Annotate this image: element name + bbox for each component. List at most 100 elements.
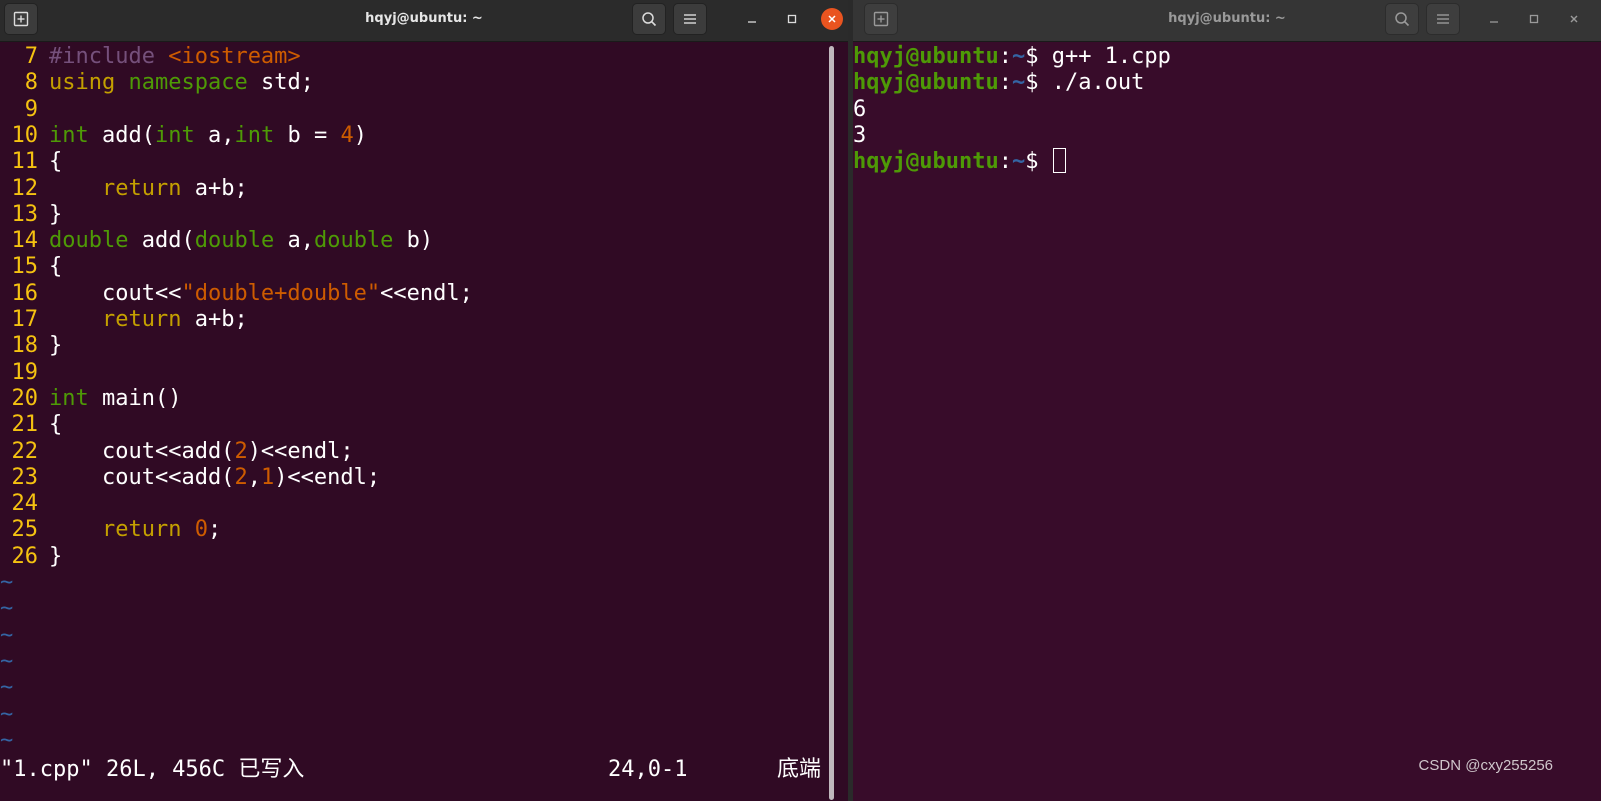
code-token: cout<<add(	[49, 438, 235, 464]
code-line[interactable]: 20 int main()	[0, 385, 182, 412]
code-token: }	[49, 201, 63, 227]
code-line[interactable]: 12 return a+b;	[0, 175, 248, 202]
code-token: b)	[393, 228, 434, 254]
code-token: {	[49, 254, 63, 280]
minimize-button[interactable]	[1483, 8, 1505, 30]
prompt-line: hqyj@ubuntu:~$ ./a.out	[853, 69, 1144, 96]
minimize-icon	[748, 21, 756, 23]
new-tab-icon	[13, 11, 29, 27]
menu-button[interactable]	[673, 3, 707, 35]
line-number: 23	[11, 464, 39, 490]
editor-scrollbar-thumb[interactable]	[829, 46, 834, 800]
code-token: {	[49, 412, 63, 438]
line-number: 22	[11, 438, 39, 464]
code-line[interactable]: 22 cout<<add(2)<<endl;	[0, 438, 354, 465]
empty-line-tilde: ~	[0, 622, 14, 648]
code-line[interactable]: 13}	[0, 201, 63, 228]
empty-line-tilde: ~	[0, 570, 14, 595]
editor-titlebar[interactable]: hqyj@ubuntu: ~	[0, 0, 848, 42]
code-line[interactable]: 15 {	[0, 253, 63, 280]
terminal-output[interactable]: hqyj@ubuntu:~$ g++ 1.cpp hqyj@ubuntu:~$ .…	[853, 42, 1601, 801]
prompt-line: hqyj@ubuntu:~$	[853, 148, 1066, 175]
close-button[interactable]	[1563, 8, 1585, 30]
line-number: 24	[11, 491, 39, 517]
maximize-button[interactable]	[1523, 8, 1545, 30]
code-line[interactable]: 21 {	[0, 411, 63, 438]
terminal-cursor[interactable]	[1052, 148, 1066, 174]
code-line[interactable]: 8 using namespace std;	[0, 69, 314, 96]
code-token: int	[234, 122, 275, 148]
search-icon	[642, 12, 657, 27]
code-line[interactable]: 14 double add(double a,double b)	[0, 227, 434, 254]
output-line: 3	[853, 122, 867, 148]
line-number: 11	[11, 149, 39, 175]
line-number: 10	[11, 122, 39, 148]
code-line[interactable]: 23 cout<<add(2,1)<<endl;	[0, 464, 381, 491]
code-line[interactable]: 18}	[0, 332, 63, 359]
code-line[interactable]: 11 {	[0, 148, 63, 175]
code-token: main()	[88, 385, 182, 411]
line-number: 15	[11, 254, 39, 280]
vim-buffer[interactable]: 7 #include <iostream> 8 using namespace std…	[0, 42, 848, 801]
code-line[interactable]: 7 #include <iostream>	[0, 43, 301, 70]
code-token: double	[49, 228, 129, 254]
search-icon	[1395, 12, 1410, 27]
prompt-separator: :	[998, 149, 1012, 175]
code-token: 2	[234, 464, 248, 490]
code-token: "double+double"	[181, 280, 381, 306]
code-text: double add(double a,double b)	[49, 228, 433, 253]
close-button[interactable]	[821, 8, 843, 30]
prompt-user: hqyj@ubuntu	[853, 149, 999, 175]
code-token: a+b;	[181, 307, 248, 332]
code-token: std;	[247, 70, 314, 96]
code-text: {	[49, 412, 62, 437]
output-line: 6	[853, 96, 867, 122]
menu-button[interactable]	[1426, 3, 1460, 35]
line-number: 13	[11, 201, 39, 227]
code-token: }	[49, 333, 63, 359]
new-tab-button[interactable]	[4, 3, 38, 35]
code-token: a,	[194, 122, 235, 148]
window-title: hqyj@ubuntu: ~	[365, 11, 483, 26]
code-token: #include	[49, 44, 169, 69]
code-line[interactable]: 25 return 0;	[0, 516, 222, 543]
line-number: 16	[11, 280, 39, 306]
minimize-button[interactable]	[741, 8, 763, 30]
code-line[interactable]: 26}	[0, 543, 63, 570]
code-text: }	[49, 202, 62, 227]
search-button[interactable]	[1385, 3, 1419, 35]
vim-status-message: "1.cpp" 26L, 456C 已写入	[0, 757, 305, 782]
code-line[interactable]: 9	[0, 96, 49, 123]
new-tab-button[interactable]	[864, 3, 898, 35]
editor-scrollbar[interactable]	[829, 42, 835, 801]
prompt-symbol: $	[1025, 44, 1052, 69]
prompt-user: hqyj@ubuntu	[853, 44, 999, 69]
editor-window: hqyj@ubuntu: ~ 7 #include <iostream> 8 u…	[0, 0, 848, 801]
line-number: 14	[11, 228, 39, 254]
line-number: 12	[11, 175, 39, 201]
code-line[interactable]: 17 return a+b;	[0, 306, 248, 333]
code-token: {	[49, 149, 63, 175]
vim-cursor-position: 24,0-1	[608, 757, 688, 782]
line-number: 26	[11, 543, 39, 569]
code-line[interactable]: 24	[0, 490, 49, 517]
prompt-line: hqyj@ubuntu:~$ g++ 1.cpp	[853, 43, 1171, 70]
code-token: double	[313, 228, 394, 254]
code-line[interactable]: 19	[0, 359, 49, 386]
code-token: b =	[274, 122, 341, 148]
code-token: return	[101, 307, 182, 332]
maximize-button[interactable]	[781, 8, 803, 30]
code-token: )<<endl;	[274, 464, 381, 490]
code-line[interactable]: 16 cout<<"double+double"<<endl;	[0, 280, 473, 307]
search-button[interactable]	[632, 3, 666, 35]
empty-line-tilde: ~	[0, 727, 14, 753]
code-line[interactable]: 10 int add(int a,int b = 4)	[0, 122, 367, 149]
code-text: {	[49, 149, 62, 174]
empty-line-tilde: ~	[0, 596, 14, 622]
line-number: 17	[11, 307, 39, 332]
code-text: cout<<add(2)<<endl;	[49, 439, 354, 464]
terminal-titlebar[interactable]: hqyj@ubuntu: ~	[853, 0, 1601, 42]
code-text: cout<<add(2,1)<<endl;	[49, 465, 380, 490]
